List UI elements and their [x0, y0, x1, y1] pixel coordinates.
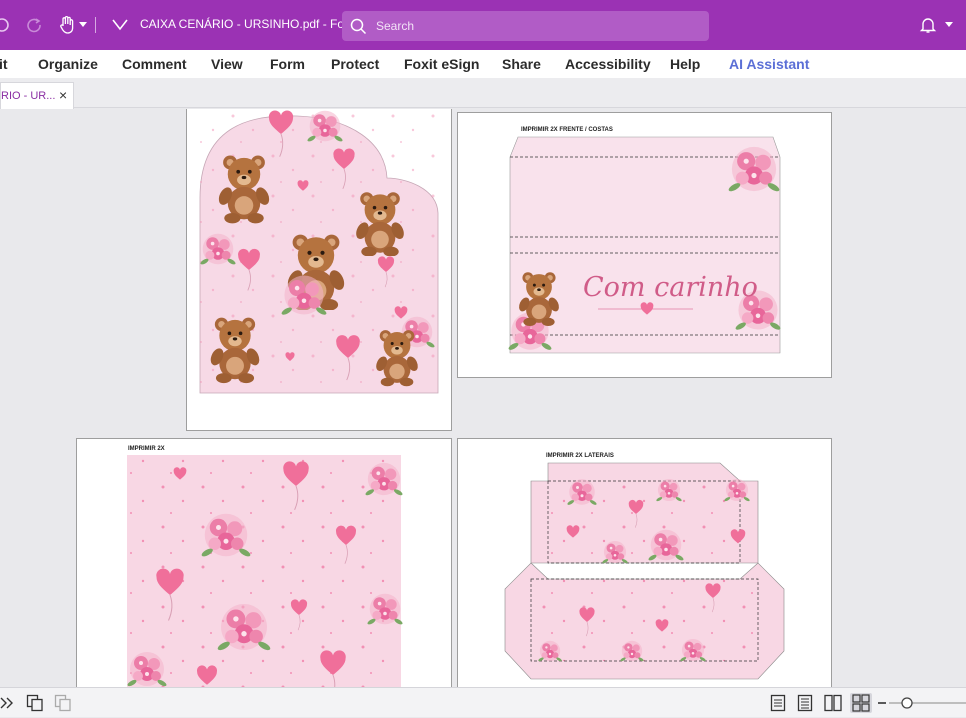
title-bar: CAIXA CENÁRIO - URSINHO.pdf - Fox... Sea…: [0, 0, 966, 50]
continuous-view-icon[interactable]: [797, 694, 815, 712]
menu-accessibility[interactable]: Accessibility: [565, 56, 651, 72]
menu-ai-assistant[interactable]: AI Assistant: [729, 56, 809, 72]
page-instruction-imprimir-2x: IMPRIMIR 2X: [128, 446, 165, 452]
ribbon-menu: it Organize Comment View Form Protect Fo…: [0, 50, 966, 78]
menu-view[interactable]: View: [211, 56, 243, 72]
toolbar-divider: [95, 13, 97, 37]
menu-foxit-esign[interactable]: Foxit eSign: [404, 56, 479, 72]
facing-view-icon[interactable]: [824, 694, 842, 712]
menu-form[interactable]: Form: [270, 56, 305, 72]
menu-edit[interactable]: it: [0, 56, 8, 72]
chevron-down-icon[interactable]: [78, 13, 88, 37]
notification-bell-icon[interactable]: [918, 13, 938, 37]
single-page-view-icon[interactable]: [770, 694, 788, 712]
page-instruction-laterais: IMPRIMIR 2X LATERAIS: [546, 453, 614, 459]
compare-pages-icon[interactable]: [54, 694, 72, 712]
continuous-facing-view-icon[interactable]: [850, 693, 872, 713]
status-bar: [0, 687, 966, 717]
pattern-square-artwork: [127, 455, 403, 687]
hand-tool-icon[interactable]: [56, 13, 78, 37]
search-box[interactable]: Search: [342, 11, 709, 41]
menu-help[interactable]: Help: [670, 56, 700, 72]
menu-organize[interactable]: Organize: [38, 56, 98, 72]
account-chevron-icon[interactable]: [944, 13, 954, 37]
zoom-slider[interactable]: [889, 694, 966, 712]
pdf-page-label-strip: IMPRIMIR 2X FRENTE / COSTAS Com carinho: [457, 112, 832, 378]
menu-share[interactable]: Share: [502, 56, 541, 72]
pdf-page-arch-panel: [186, 109, 452, 431]
menu-protect[interactable]: Protect: [331, 56, 379, 72]
pdf-page-pattern-square: IMPRIMIR 2X: [76, 438, 452, 687]
copy-page-icon[interactable]: [26, 694, 44, 712]
search-placeholder: Search: [376, 19, 415, 33]
pdf-page-side-templates: IMPRIMIR 2X LATERAIS: [457, 438, 832, 687]
double-chevron-right-icon[interactable]: [0, 694, 18, 712]
document-title: CAIXA CENÁRIO - URSINHO.pdf - Fox...: [140, 17, 361, 31]
search-icon: [350, 18, 367, 40]
zoom-out-icon[interactable]: [877, 694, 887, 712]
document-tab[interactable]: RIO - UR... ×: [0, 82, 74, 109]
redo-icon[interactable]: [24, 13, 44, 37]
menu-comment[interactable]: Comment: [122, 56, 187, 72]
page-instruction-frente-costas: IMPRIMIR 2X FRENTE / COSTAS: [521, 127, 613, 133]
document-tab-bar: RIO - UR... ×: [0, 78, 966, 109]
document-canvas[interactable]: IMPRIMIR 2X FRENTE / COSTAS Com carinho …: [0, 109, 966, 687]
com-carinho-banner-text: Com carinho: [583, 272, 758, 303]
close-tab-icon[interactable]: ×: [59, 87, 67, 103]
quick-access-dropdown-icon[interactable]: [110, 13, 130, 37]
side-templates-artwork: [504, 462, 785, 680]
undo-icon[interactable]: [0, 13, 10, 37]
arch-panel-artwork: [199, 109, 439, 394]
label-strip-artwork: [508, 136, 781, 354]
document-tab-label: RIO - UR...: [1, 90, 56, 102]
